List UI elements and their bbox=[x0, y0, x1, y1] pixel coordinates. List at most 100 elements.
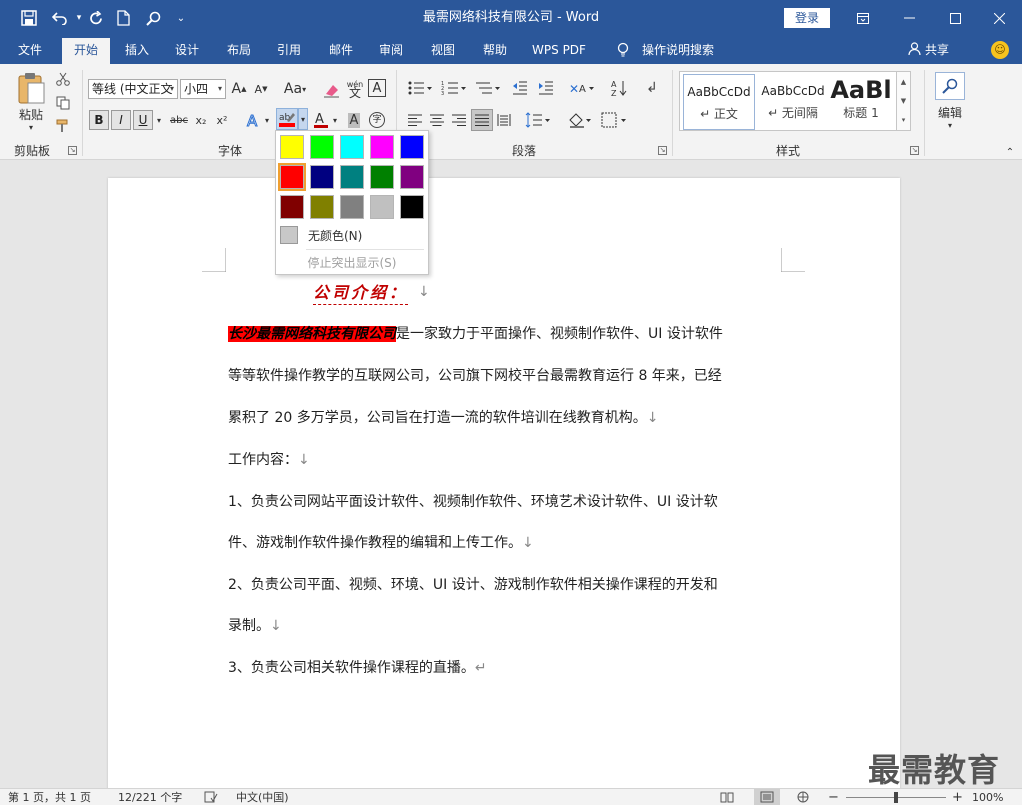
editing-dropdown-icon[interactable]: ▾ bbox=[942, 120, 958, 130]
editing-label[interactable]: 编辑 bbox=[930, 104, 970, 120]
copy-icon[interactable] bbox=[54, 94, 72, 112]
sort-icon[interactable]: AZ bbox=[608, 78, 630, 98]
align-left-icon[interactable] bbox=[406, 110, 424, 130]
font-size-combo[interactable]: 小四 ▾ bbox=[180, 79, 226, 99]
word-count[interactable]: 12/221 个字 bbox=[118, 789, 182, 805]
superscript-button[interactable]: x² bbox=[213, 110, 231, 130]
character-shading-button[interactable]: A bbox=[345, 110, 363, 130]
zoom-level[interactable]: 100% bbox=[972, 789, 1003, 805]
paragraph-launcher-icon[interactable]: ↘ bbox=[658, 146, 667, 155]
styles-launcher-icon[interactable]: ↘ bbox=[910, 146, 919, 155]
paste-label[interactable]: 粘贴 bbox=[12, 106, 50, 122]
decrease-indent-icon[interactable] bbox=[508, 78, 532, 98]
share-button[interactable]: 共享 bbox=[908, 36, 949, 64]
character-border-button[interactable]: A bbox=[368, 79, 386, 97]
color-swatch[interactable] bbox=[280, 135, 304, 159]
color-swatch[interactable] bbox=[310, 165, 334, 189]
tab-mailings[interactable]: 邮件 bbox=[320, 36, 362, 64]
tab-review[interactable]: 审阅 bbox=[370, 36, 412, 64]
format-painter-icon[interactable] bbox=[54, 117, 72, 135]
zoom-slider[interactable] bbox=[846, 789, 946, 805]
undo-icon[interactable] bbox=[48, 0, 72, 36]
tab-references[interactable]: 引用 bbox=[268, 36, 310, 64]
paragraph-intro-line2[interactable]: 等等软件操作教学的互联网公司，公司旗下网校平台最需教育运行 8 年来，已经 bbox=[228, 366, 788, 386]
color-swatch[interactable] bbox=[370, 165, 394, 189]
zoom-out-icon[interactable]: − bbox=[828, 789, 839, 805]
text-effects-dropdown-icon[interactable]: ▾ bbox=[262, 110, 272, 130]
maximize-icon[interactable] bbox=[932, 0, 978, 36]
print-layout-icon[interactable] bbox=[754, 789, 780, 805]
tab-view[interactable]: 视图 bbox=[422, 36, 464, 64]
subscript-button[interactable]: x₂ bbox=[192, 110, 210, 130]
collapse-ribbon-icon[interactable]: ⌃ bbox=[1002, 146, 1018, 158]
tab-home[interactable]: 开始 bbox=[62, 38, 110, 64]
color-swatch[interactable] bbox=[400, 135, 424, 159]
no-color-option[interactable]: 无颜色(N) bbox=[280, 224, 424, 246]
tab-layout[interactable]: 布局 bbox=[218, 36, 260, 64]
customize-quick-access-icon[interactable]: ⌄ bbox=[172, 0, 190, 36]
phonetic-guide-button[interactable]: wén 文 bbox=[345, 78, 365, 100]
feedback-smiley-icon[interactable]: ☺ bbox=[991, 41, 1009, 59]
styles-scroll[interactable]: ▲ ▼ ▾ bbox=[896, 72, 910, 130]
line-spacing-icon[interactable] bbox=[522, 110, 554, 130]
justify-icon[interactable] bbox=[471, 109, 493, 131]
document-page[interactable]: 公司介绍： ↓ 长沙最需网络科技有限公司是一家致力于平面操作、视频制作软件、UI… bbox=[108, 178, 900, 805]
paste-icon[interactable] bbox=[12, 70, 50, 106]
redo-icon[interactable] bbox=[86, 0, 106, 36]
style-no-spacing[interactable]: AaBbCcDd ↵ 无间隔 bbox=[757, 74, 829, 130]
underline-button[interactable]: U bbox=[133, 110, 153, 130]
numbering-icon[interactable]: 123 bbox=[438, 78, 470, 98]
clear-formatting-icon[interactable] bbox=[322, 80, 342, 100]
borders-icon[interactable] bbox=[598, 110, 630, 130]
font-color-icon[interactable]: A bbox=[312, 110, 330, 130]
paragraph-intro-line1[interactable]: 长沙最需网络科技有限公司是一家致力于平面操作、视频制作软件、UI 设计软件 bbox=[228, 324, 788, 344]
page-count[interactable]: 第 1 页，共 1 页 bbox=[8, 789, 91, 805]
proofing-icon[interactable] bbox=[204, 789, 218, 805]
highlighted-company-name[interactable]: 长沙最需网络科技有限公司 bbox=[228, 326, 396, 342]
search-icon[interactable] bbox=[142, 0, 164, 36]
tab-design[interactable]: 设计 bbox=[166, 36, 208, 64]
strikethrough-button[interactable]: abc bbox=[168, 110, 190, 130]
cut-icon[interactable] bbox=[54, 70, 72, 88]
underline-dropdown-icon[interactable]: ▾ bbox=[154, 110, 164, 130]
align-right-icon[interactable] bbox=[450, 110, 468, 130]
chevron-up-icon[interactable]: ▲ bbox=[901, 78, 906, 86]
bold-button[interactable]: B bbox=[89, 110, 109, 130]
login-button[interactable]: 登录 bbox=[784, 8, 830, 28]
style-normal[interactable]: AaBbCcDd ↵ 正文 bbox=[683, 74, 755, 130]
undo-dropdown-icon[interactable]: ▾ bbox=[72, 0, 86, 36]
color-swatch[interactable] bbox=[340, 195, 364, 219]
color-swatch[interactable] bbox=[370, 195, 394, 219]
color-swatch[interactable] bbox=[340, 135, 364, 159]
color-swatch[interactable] bbox=[280, 195, 304, 219]
show-marks-icon[interactable]: ↲ bbox=[642, 78, 662, 98]
color-swatch[interactable] bbox=[400, 165, 424, 189]
grow-font-button[interactable]: A ▲ bbox=[230, 80, 248, 98]
font-name-combo[interactable]: 等线 (中文正文 ▾ bbox=[88, 79, 178, 99]
tab-wps-pdf[interactable]: WPS PDF bbox=[526, 36, 592, 64]
highlight-dropdown-icon[interactable]: ▾ bbox=[298, 108, 308, 130]
close-icon[interactable] bbox=[976, 0, 1022, 36]
distributed-icon[interactable] bbox=[495, 110, 513, 130]
style-heading-1[interactable]: AaBl 标题 1 bbox=[830, 74, 892, 130]
chinese-layout-icon[interactable]: ✕ A bbox=[566, 78, 598, 98]
multilevel-list-icon[interactable] bbox=[472, 78, 504, 98]
zoom-in-icon[interactable]: + bbox=[952, 789, 963, 805]
item2-line1[interactable]: 2、负责公司平面、视频、环境、UI 设计、游戏制作软件相关操作课程的开发和 bbox=[228, 575, 788, 595]
more-styles-icon[interactable]: ▾ bbox=[902, 116, 906, 124]
new-document-icon[interactable] bbox=[112, 0, 134, 36]
font-color-dropdown-icon[interactable]: ▾ bbox=[330, 110, 340, 130]
color-swatch[interactable] bbox=[310, 195, 334, 219]
align-center-icon[interactable] bbox=[428, 110, 446, 130]
stop-highlighting-option[interactable]: 停止突出显示(S) bbox=[276, 253, 428, 273]
work-heading[interactable]: 工作内容：↓ bbox=[228, 450, 788, 470]
increase-indent-icon[interactable] bbox=[534, 78, 558, 98]
color-swatch[interactable] bbox=[278, 163, 306, 191]
zoom-slider-thumb[interactable] bbox=[894, 792, 898, 803]
bullets-icon[interactable] bbox=[404, 78, 436, 98]
shading-icon[interactable] bbox=[566, 110, 594, 130]
clipboard-launcher-icon[interactable]: ↘ bbox=[68, 146, 77, 155]
tab-file[interactable]: 文件 bbox=[8, 36, 52, 64]
color-swatch[interactable] bbox=[310, 135, 334, 159]
paragraph-intro-line3[interactable]: 累积了 20 多万学员，公司旨在打造一流的软件培训在线教育机构。↓ bbox=[228, 408, 788, 428]
